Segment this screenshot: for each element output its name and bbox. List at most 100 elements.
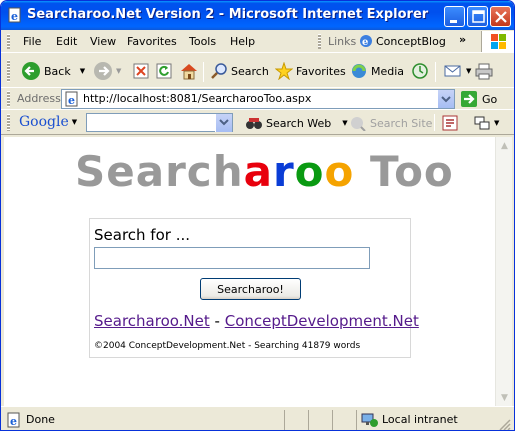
search-button[interactable]: Search: [210, 60, 269, 82]
chevron-down-icon: [219, 119, 229, 126]
google-options-button[interactable]: ▼: [473, 112, 499, 134]
menu-file[interactable]: File: [23, 35, 41, 48]
news-icon: [442, 115, 458, 131]
minimize-icon: [450, 20, 457, 23]
status-bar: e Done Local intranet: [1, 406, 514, 431]
search-web-button[interactable]: Search Web ▼: [245, 112, 348, 134]
toolbar-grip[interactable]: [7, 114, 10, 131]
favorites-button[interactable]: Favorites: [275, 60, 346, 82]
logo-letters: o: [294, 147, 325, 196]
toolbar-separator: [203, 62, 204, 82]
status-pane: [308, 410, 332, 430]
scroll-up-icon[interactable]: ▲: [496, 137, 513, 154]
zone-pane: Local intranet: [356, 410, 496, 430]
links-grip[interactable]: [318, 34, 321, 49]
google-logo-text: Google: [19, 114, 69, 130]
toolbar-separator: [435, 62, 436, 82]
menu-view[interactable]: View: [90, 35, 116, 48]
search-web-label: Search Web: [266, 116, 332, 130]
forward-dropdown-icon[interactable]: ▼: [116, 67, 121, 75]
minimize-button[interactable]: [444, 6, 465, 27]
logo-letters: r: [272, 147, 295, 196]
back-button[interactable]: Back ▼: [21, 60, 85, 82]
binoculars-icon: [246, 118, 262, 129]
toolbar-grip[interactable]: [7, 34, 10, 49]
google-search-input[interactable]: [86, 113, 233, 132]
title-bar[interactable]: e Searcharoo.Net Version 2 - Microsoft I…: [1, 1, 514, 30]
menu-edit[interactable]: Edit: [56, 35, 77, 48]
address-bar: Address e http://localhost:8081/Searchar…: [1, 88, 514, 110]
menu-tools[interactable]: Tools: [189, 35, 216, 48]
menu-favorites[interactable]: Favorites: [127, 35, 177, 48]
favorites-label: Favorites: [296, 64, 346, 78]
back-dropdown-icon[interactable]: ▼: [80, 67, 85, 75]
page-content: Searcharoo Too Search for ... Searcharoo…: [4, 137, 495, 406]
stop-icon: [133, 63, 149, 79]
searcharoo-net-link[interactable]: Searcharoo.Net: [94, 312, 210, 330]
search-label: Search: [231, 64, 269, 78]
intranet-icon: [361, 413, 378, 427]
google-dropdown-button[interactable]: [215, 114, 232, 132]
google-menu-icon[interactable]: ▼: [72, 118, 77, 126]
chevron-down-icon: [441, 96, 451, 103]
ie-page-icon: e: [65, 91, 78, 107]
chevron-more-icon[interactable]: »: [459, 33, 466, 46]
windows-logo: [481, 31, 514, 52]
refresh-button[interactable]: [155, 60, 173, 82]
logo-letters: Searc: [75, 147, 213, 196]
home-icon: [181, 64, 197, 80]
status-pane: [284, 410, 308, 430]
scroll-down-icon[interactable]: ▼: [496, 389, 513, 406]
google-options-dropdown-icon[interactable]: ▼: [494, 119, 499, 127]
history-icon: [412, 63, 428, 79]
link-separator: -: [209, 312, 225, 330]
menu-help[interactable]: Help: [230, 35, 255, 48]
toolbar-grip[interactable]: [7, 91, 10, 107]
back-label: Back: [44, 64, 71, 78]
svg-text:e: e: [68, 94, 75, 107]
vertical-scrollbar[interactable]: ▲ ▼: [495, 137, 512, 406]
pagerank-button[interactable]: [441, 112, 459, 134]
mail-button[interactable]: ▼: [443, 60, 471, 82]
browser-window: e Searcharoo.Net Version 2 - Microsoft I…: [0, 0, 515, 431]
search-input[interactable]: [94, 247, 370, 269]
ie-page-icon: e: [360, 35, 372, 48]
forward-button[interactable]: ▼: [93, 60, 121, 82]
go-button[interactable]: Go: [460, 90, 497, 108]
search-icon: [211, 63, 227, 79]
search-site-button[interactable]: Search Site: [349, 112, 432, 134]
footer-links: Searcharoo.Net - ConceptDevelopment.Net: [94, 312, 419, 330]
media-icon: [352, 64, 366, 78]
address-dropdown-button[interactable]: [437, 90, 454, 108]
go-arrow-icon: [461, 91, 477, 107]
standard-toolbar: Back ▼ ▼ Search Favorites Media ▼: [1, 54, 514, 88]
back-arrow-icon: [22, 62, 40, 80]
mail-dropdown-icon[interactable]: ▼: [466, 67, 471, 75]
mail-icon: [444, 65, 461, 77]
search-web-dropdown-icon[interactable]: ▼: [342, 119, 347, 127]
zone-text: Local intranet: [382, 413, 458, 426]
menu-bar: File Edit View Favorites Tools Help Link…: [1, 30, 514, 53]
home-button[interactable]: [179, 60, 199, 82]
search-site-icon: [351, 117, 366, 131]
svg-text:e: e: [11, 10, 18, 23]
search-panel: Search for ... Searcharoo! Searcharoo.Ne…: [89, 218, 419, 358]
print-button[interactable]: [474, 60, 494, 82]
logo-letters: o: [324, 147, 355, 196]
history-button[interactable]: [411, 60, 429, 82]
address-field[interactable]: e http://localhost:8081/SearcharooToo.as…: [61, 89, 455, 109]
conceptdevelopment-link[interactable]: ConceptDevelopment.Net: [225, 312, 419, 330]
resize-grip-icon[interactable]: [499, 419, 511, 431]
google-logo[interactable]: Google ▼: [19, 114, 77, 130]
conceptblog-link[interactable]: e ConceptBlog: [359, 34, 446, 48]
stop-button[interactable]: [132, 60, 150, 82]
media-button[interactable]: Media: [350, 60, 404, 82]
toolbar-grip[interactable]: [7, 60, 10, 82]
close-button[interactable]: [490, 6, 511, 27]
search-label: Search for ...: [94, 226, 190, 244]
address-input[interactable]: http://localhost:8081/SearcharooToo.aspx: [83, 92, 311, 105]
links-label: Links: [328, 35, 357, 48]
maximize-button[interactable]: [467, 6, 488, 27]
searcharoo-button[interactable]: Searcharoo!: [200, 278, 301, 300]
copyright-note: ©2004 ConceptDevelopment.Net - Searching…: [94, 341, 361, 351]
